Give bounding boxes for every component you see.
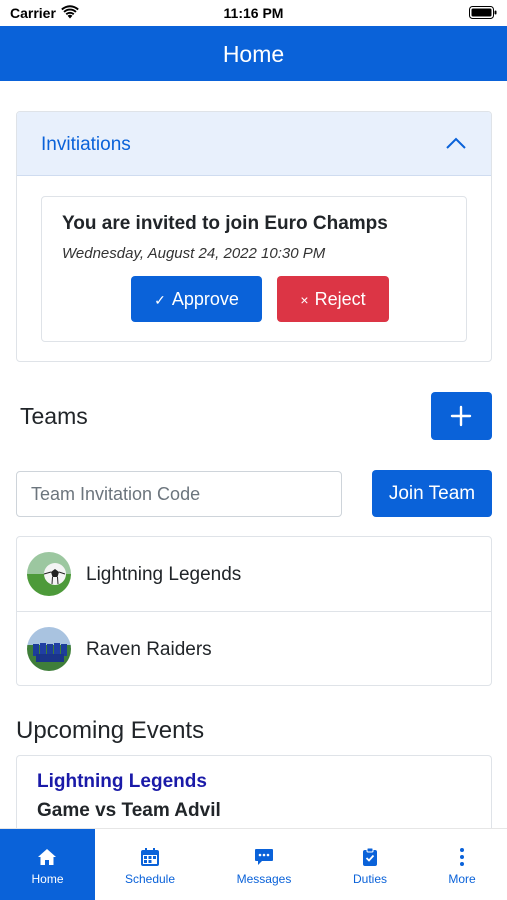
join-team-button[interactable]: Join Team [372, 470, 492, 517]
invitation-item: You are invited to join Euro Champs Wedn… [41, 196, 467, 342]
tab-messages-label: Messages [236, 872, 292, 886]
page-title: Home [222, 41, 285, 67]
tab-more-label: More [448, 872, 476, 886]
tab-home-label: Home [31, 872, 64, 886]
team-name: Lightning Legends [86, 564, 242, 585]
tab-schedule-label: Schedule [124, 872, 176, 886]
team-photo-image [27, 627, 71, 671]
team-row-raven-raiders[interactable]: Raven Raiders [17, 611, 491, 685]
team-avatar [27, 627, 71, 671]
nav-bar: Home [0, 26, 507, 81]
reject-button[interactable]: × Reject [277, 276, 389, 322]
tab-bar: Home Schedule Messages Duties More [0, 828, 507, 900]
status-bar: Carrier 11:16 PM [0, 0, 507, 26]
tab-more[interactable]: More [417, 829, 507, 900]
tab-schedule[interactable]: Schedule [105, 829, 195, 900]
home-icon [38, 849, 56, 865]
tab-messages[interactable]: Messages [219, 829, 309, 900]
chevron-up-icon[interactable] [445, 136, 467, 150]
calendar-icon [141, 848, 159, 866]
team-invitation-code-input[interactable] [16, 471, 342, 517]
event-title: Game vs Team Advil [37, 800, 221, 821]
close-icon: × [300, 292, 309, 308]
clipboard-icon [363, 847, 377, 866]
soccer-ball-image [27, 552, 71, 596]
tab-duties-label: Duties [352, 872, 387, 886]
status-time: 11:16 PM [223, 5, 284, 21]
teams-heading: Teams [20, 403, 88, 429]
more-vertical-icon [460, 848, 464, 866]
tab-duties[interactable]: Duties [325, 829, 415, 900]
check-icon: ✓ [154, 292, 166, 308]
event-card[interactable]: Lightning Legends Game vs Team Advil [16, 755, 492, 835]
team-row-lightning-legends[interactable]: Lightning Legends [17, 537, 491, 611]
invitation-message: You are invited to join Euro Champs [62, 213, 388, 234]
approve-button[interactable]: ✓ Approve [131, 276, 262, 322]
chat-icon [255, 849, 273, 865]
upcoming-events-heading: Upcoming Events [16, 717, 205, 744]
invitations-card: Invitiations You are invited to join Eur… [16, 111, 492, 362]
battery-icon [469, 6, 497, 19]
team-avatar [27, 552, 71, 596]
invitations-header[interactable]: Invitiations [17, 112, 491, 176]
reject-button-label: Reject [314, 289, 366, 309]
tab-home[interactable]: Home [0, 829, 95, 900]
invitation-date: Wednesday, August 24, 2022 10:30 PM [62, 245, 326, 262]
add-team-button[interactable] [431, 392, 492, 440]
team-list: Lightning Legends Raven Raiders [16, 536, 492, 686]
event-team-name: Lightning Legends [37, 771, 207, 792]
invitations-header-label: Invitiations [41, 134, 131, 155]
approve-button-label: Approve [171, 289, 239, 309]
team-name: Raven Raiders [86, 639, 212, 660]
plus-icon [450, 405, 472, 427]
